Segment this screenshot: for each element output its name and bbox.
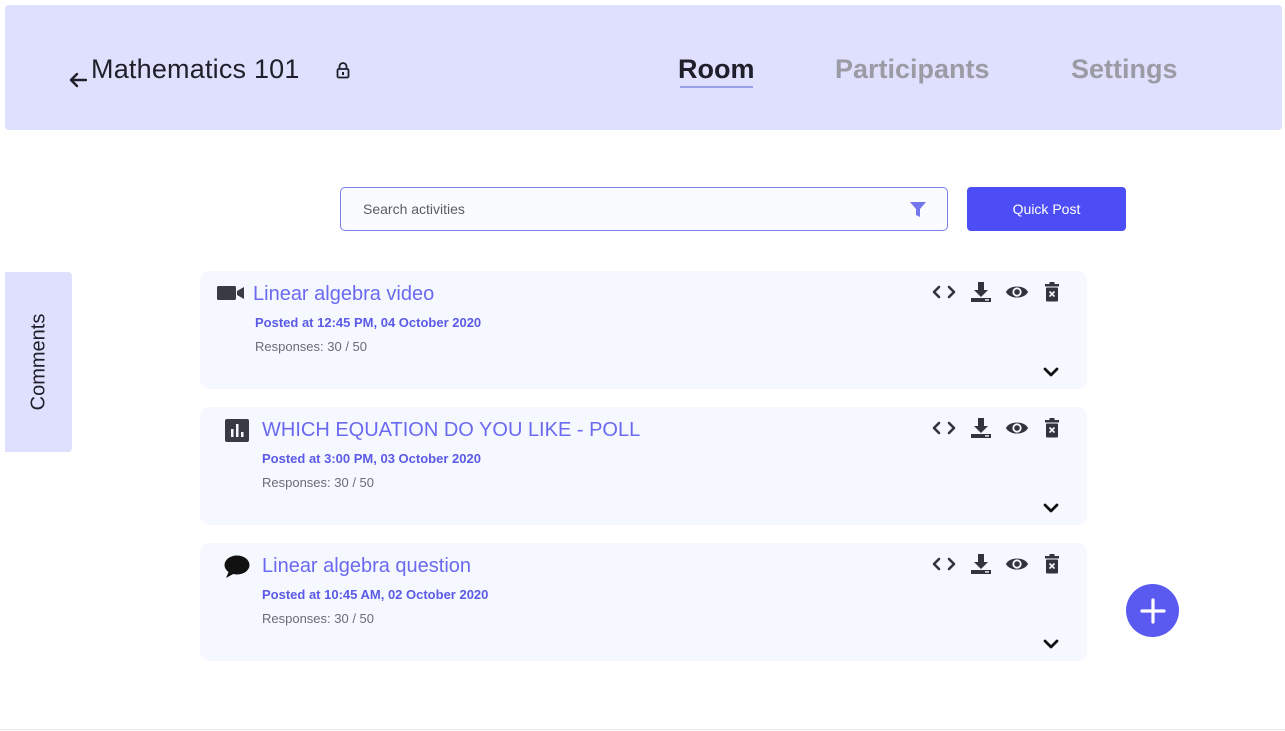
search-box — [340, 187, 948, 231]
delete-button[interactable] — [1040, 417, 1064, 439]
eye-icon — [1005, 558, 1029, 570]
plus-icon — [1139, 597, 1166, 624]
code-icon — [932, 421, 956, 435]
activity-actions — [932, 417, 1062, 439]
download-button[interactable] — [969, 553, 993, 575]
embed-code-button[interactable] — [932, 553, 956, 575]
comments-label: Comments — [27, 313, 49, 411]
eye-icon — [1005, 286, 1029, 298]
chevron-down-icon[interactable] — [1040, 364, 1062, 380]
comments-side-tab[interactable]: Comments — [5, 272, 72, 452]
download-icon — [971, 282, 991, 302]
activity-posted-date: Posted at 12:45 PM, 04 October 2020 — [255, 315, 482, 330]
activity-responses: Responses: 30 / 50 — [255, 339, 368, 354]
back-button[interactable] — [65, 67, 91, 93]
chevron-down-icon[interactable] — [1040, 636, 1062, 652]
arrow-left-icon — [69, 72, 87, 88]
poll-chart-icon — [225, 419, 249, 442]
divider — [0, 729, 1285, 730]
activity-responses: Responses: 30 / 50 — [262, 611, 375, 626]
activity-card: WHICH EQUATION DO YOU LIKE - POLL Posted… — [200, 407, 1087, 525]
embed-code-button[interactable] — [932, 417, 956, 439]
activity-card: Linear algebra question Posted at 10:45 … — [200, 543, 1087, 661]
delete-button[interactable] — [1040, 281, 1064, 303]
code-icon — [932, 557, 956, 571]
add-activity-button[interactable] — [1126, 584, 1179, 637]
download-button[interactable] — [969, 281, 993, 303]
activity-responses: Responses: 30 / 50 — [262, 475, 375, 490]
activity-posted-date: Posted at 10:45 AM, 02 October 2020 — [262, 587, 489, 602]
filter-icon[interactable] — [909, 201, 927, 218]
code-icon — [932, 285, 956, 299]
page: Mathematics 101 Room Participants Settin… — [0, 0, 1285, 731]
tab-participants[interactable]: Participants — [835, 54, 990, 85]
view-button[interactable] — [1005, 417, 1029, 439]
download-icon — [971, 554, 991, 574]
tab-room[interactable]: Room — [678, 54, 755, 88]
video-icon — [217, 286, 244, 300]
delete-button[interactable] — [1040, 553, 1064, 575]
eye-icon — [1005, 422, 1029, 434]
download-icon — [971, 418, 991, 438]
activity-title[interactable]: WHICH EQUATION DO YOU LIKE - POLL — [262, 419, 640, 442]
quick-post-button[interactable]: Quick Post — [967, 187, 1126, 231]
chevron-down-icon[interactable] — [1040, 500, 1062, 516]
activity-posted-date: Posted at 3:00 PM, 03 October 2020 — [262, 451, 481, 466]
delete-icon — [1045, 554, 1059, 574]
activity-actions — [932, 553, 1062, 575]
speech-bubble-icon — [224, 555, 250, 578]
room-title: Mathematics 101 — [91, 54, 300, 84]
view-button[interactable] — [1005, 553, 1029, 575]
activity-card: Linear algebra video Posted at 12:45 PM,… — [200, 271, 1087, 389]
view-button[interactable] — [1005, 281, 1029, 303]
activity-title[interactable]: Linear algebra video — [253, 283, 434, 306]
delete-icon — [1045, 282, 1059, 302]
tab-settings[interactable]: Settings — [1071, 54, 1178, 85]
search-input[interactable] — [363, 188, 903, 230]
delete-icon — [1045, 418, 1059, 438]
activity-actions — [932, 281, 1062, 303]
lock-icon — [336, 62, 350, 79]
embed-code-button[interactable] — [932, 281, 956, 303]
activity-title[interactable]: Linear algebra question — [262, 555, 471, 578]
download-button[interactable] — [969, 417, 993, 439]
